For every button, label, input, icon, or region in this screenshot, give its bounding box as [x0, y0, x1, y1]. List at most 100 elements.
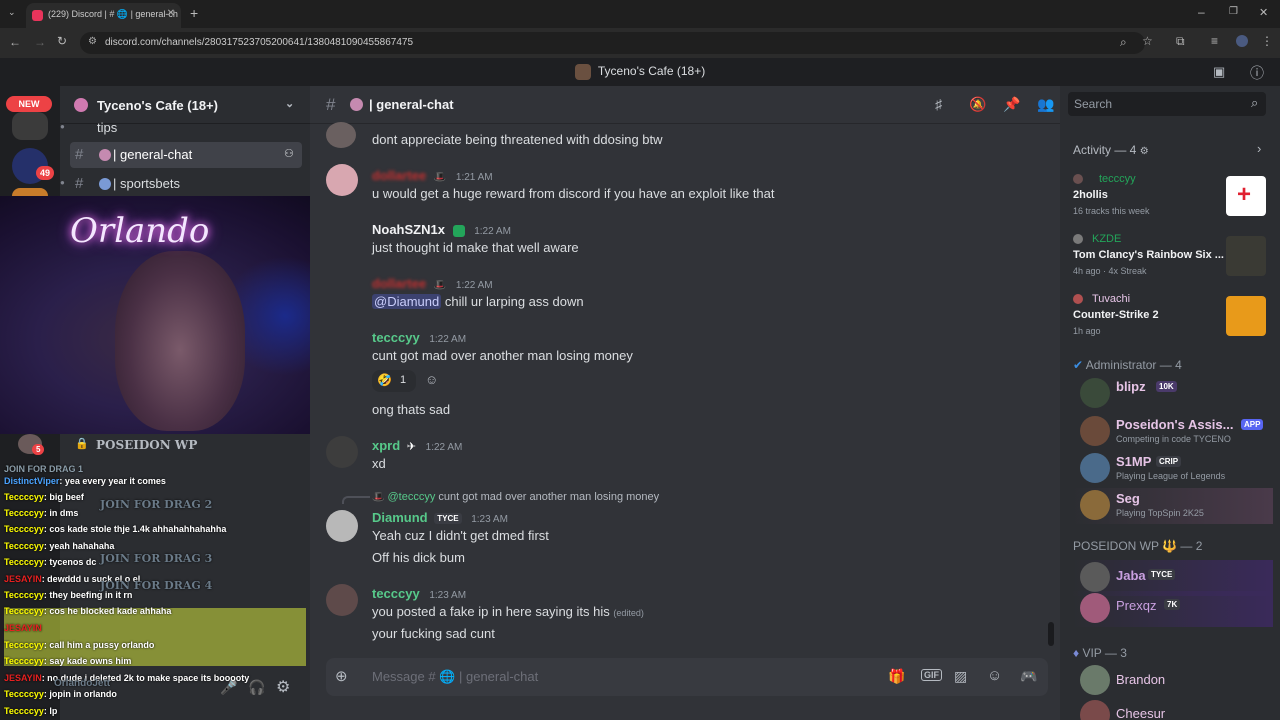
add-reaction-icon[interactable]: ☺ [425, 372, 438, 387]
neon-sign: Orlando [70, 211, 210, 251]
apps-gamepad-icon[interactable]: 🎮 [1020, 668, 1037, 685]
reply-connector [342, 496, 370, 504]
site-info-icon[interactable]: ⚙ [88, 36, 97, 47]
edited-label: (edited) [613, 608, 644, 618]
scrollbar[interactable] [1048, 622, 1054, 646]
member-item[interactable]: S1MP CRIP Playing League of Legends [1073, 451, 1273, 487]
message-time: 1:21 AM [455, 172, 493, 183]
server-icon-new[interactable]: NEW [6, 90, 52, 114]
reaction-count: 1 [400, 374, 407, 386]
member-item[interactable]: Cheesur [1073, 698, 1273, 720]
group-header: POSEIDON WP 🔱 — 2 [1073, 539, 1203, 553]
activity-user: Tuvachi [1092, 293, 1131, 305]
window-close-icon[interactable]: ✕ [1259, 6, 1268, 19]
add-attachment-icon[interactable]: ⊕ [335, 667, 348, 685]
emoji-icon[interactable]: ☺ [987, 667, 1002, 684]
member-item[interactable]: Brandon [1073, 663, 1273, 699]
reaction-chip[interactable]: 🤣 1 [372, 370, 416, 392]
hash-icon: # [326, 95, 336, 114]
channel-item-sportsbets[interactable]: ● # | sportsbets [60, 171, 302, 197]
zoom-icon[interactable]: ⌕ [1120, 35, 1127, 50]
avatar[interactable] [326, 436, 358, 468]
user-label: OrlandoJett [54, 678, 111, 689]
bookmark-star-icon[interactable]: ☆ [1142, 34, 1153, 48]
author-name[interactable]: dollartee [372, 168, 426, 183]
sticker-icon[interactable]: ▨ [954, 668, 967, 685]
author-name[interactable]: xprd [372, 438, 400, 453]
pin-icon[interactable]: 📌 [1003, 96, 1020, 113]
browser-tab[interactable]: (229) Discord | # 🌐 | general-ch ✕ [26, 3, 181, 28]
author-name[interactable]: tecccyy [372, 586, 420, 601]
tab-list-chevron-icon[interactable]: ⌄ [8, 7, 16, 18]
avatar[interactable] [326, 510, 358, 542]
new-badge: NEW [6, 96, 52, 112]
new-tab-icon[interactable]: + [190, 5, 198, 21]
activity-card[interactable]: Tuvachi Counter-Strike 2 1h ago [1073, 293, 1268, 349]
member-list-icon[interactable]: 👥 [1037, 96, 1054, 113]
avatar[interactable] [326, 122, 356, 148]
message-text: just thought id make that well aware [372, 240, 579, 255]
profile-avatar[interactable] [1236, 35, 1248, 47]
reload-icon[interactable]: ↻ [57, 34, 67, 48]
member-badge: CRIP [1156, 456, 1182, 467]
activity-card[interactable]: tecccyy 2hollis 16 tracks this week + [1073, 173, 1268, 229]
mute-bell-icon[interactable]: 🔕 [969, 96, 986, 113]
message-header: NoahSZN1x 1:22 AM [372, 222, 511, 237]
forward-icon[interactable]: → [34, 35, 46, 49]
stream-chat-overlay: JOIN FOR DRAG 1 DistinctViper: yea every… [0, 462, 310, 720]
avatar[interactable] [326, 164, 358, 196]
server-icon[interactable]: 49 [12, 148, 54, 184]
member-item[interactable]: Poseidon's Assis... APP Competing in cod… [1073, 414, 1273, 450]
chat-header: # | general-chat ♯ 🔕 📌 👥 [310, 86, 1060, 124]
channel-item-tips[interactable]: ● tips [60, 115, 302, 141]
author-name[interactable]: Diamund [372, 510, 428, 525]
message-header: Diamund TYCE 1:23 AM [372, 510, 508, 525]
extensions-icon[interactable]: ⧉ [1176, 34, 1185, 49]
activity-sub: 16 tracks this week [1073, 206, 1150, 216]
voice-category[interactable]: 🔒 POSEIDON WP [70, 436, 302, 454]
minimize-icon[interactable]: – [1198, 5, 1205, 19]
author-name[interactable]: tecccyy [372, 330, 420, 345]
search-input[interactable]: Search ⌕ [1068, 92, 1266, 116]
message-input[interactable]: ⊕ Message # 🌐 | general-chat 🎁 GIF ▨ ☺ 🎮 [326, 658, 1048, 696]
member-item[interactable]: Prexqz 7K [1073, 591, 1273, 627]
mention[interactable]: @Diamund [372, 294, 442, 309]
avatar [1080, 453, 1110, 483]
help-icon[interactable]: ⓘ [1250, 63, 1264, 83]
gif-icon[interactable]: GIF [921, 669, 942, 681]
reply-preview[interactable]: 🎩 @tecccyy cunt got mad over another man… [372, 491, 659, 503]
browser-tab-bar: ⌄ (229) Discord | # 🌐 | general-ch ✕ + –… [0, 0, 1280, 28]
channel-item-general-chat[interactable]: # | general-chat ⚇ [70, 142, 302, 168]
inbox-icon[interactable]: ▣ [1213, 64, 1225, 80]
url-field[interactable]: ⚙ discord.com/channels/28031752370520064… [80, 32, 1145, 54]
search-placeholder: Search [1074, 97, 1113, 111]
maximize-icon[interactable]: ❐ [1229, 6, 1238, 17]
chevron-down-icon[interactable]: ⌄ [285, 97, 294, 110]
member-list: Search ⌕ Activity — 4 ⚙ › tecccyy 2holli… [1060, 86, 1280, 720]
member-item[interactable]: Seg Playing TopSpin 2K25 [1073, 488, 1273, 524]
activity-user: tecccyy [1099, 173, 1136, 185]
avatar [1073, 174, 1083, 184]
globe-emoji-icon [99, 178, 111, 190]
member-item[interactable]: blipz 10K [1073, 376, 1273, 412]
server-icon[interactable] [12, 112, 48, 140]
menu-kebab-icon[interactable]: ⋮ [1261, 34, 1273, 48]
message-text: Yeah cuz I didn't get dmed first [372, 528, 549, 543]
diamond-icon: ♦ [1073, 646, 1080, 660]
author-name[interactable]: dollartee [372, 276, 426, 291]
threads-icon[interactable]: ♯ [935, 96, 942, 112]
member-name: Cheesur [1116, 706, 1166, 720]
tag-badge: TYCE [434, 513, 462, 525]
avatar[interactable] [326, 584, 358, 616]
gift-icon[interactable]: 🎁 [888, 668, 905, 685]
author-name[interactable]: NoahSZN1x [372, 222, 445, 237]
chevron-right-icon[interactable]: › [1257, 141, 1261, 156]
server-icon[interactable] [12, 188, 48, 196]
close-tab-icon[interactable]: ✕ [167, 8, 175, 19]
back-icon[interactable]: ← [9, 35, 21, 49]
stream-chat-line: Teccccyy: yeah hahahaha [4, 541, 115, 551]
media-icon[interactable]: ≡ [1211, 34, 1218, 48]
add-member-icon[interactable]: ⚇ [284, 147, 294, 160]
server-icon[interactable]: 5 [18, 434, 45, 455]
activity-card[interactable]: KZDE Tom Clancy's Rainbow Six ... 4h ago… [1073, 233, 1268, 289]
